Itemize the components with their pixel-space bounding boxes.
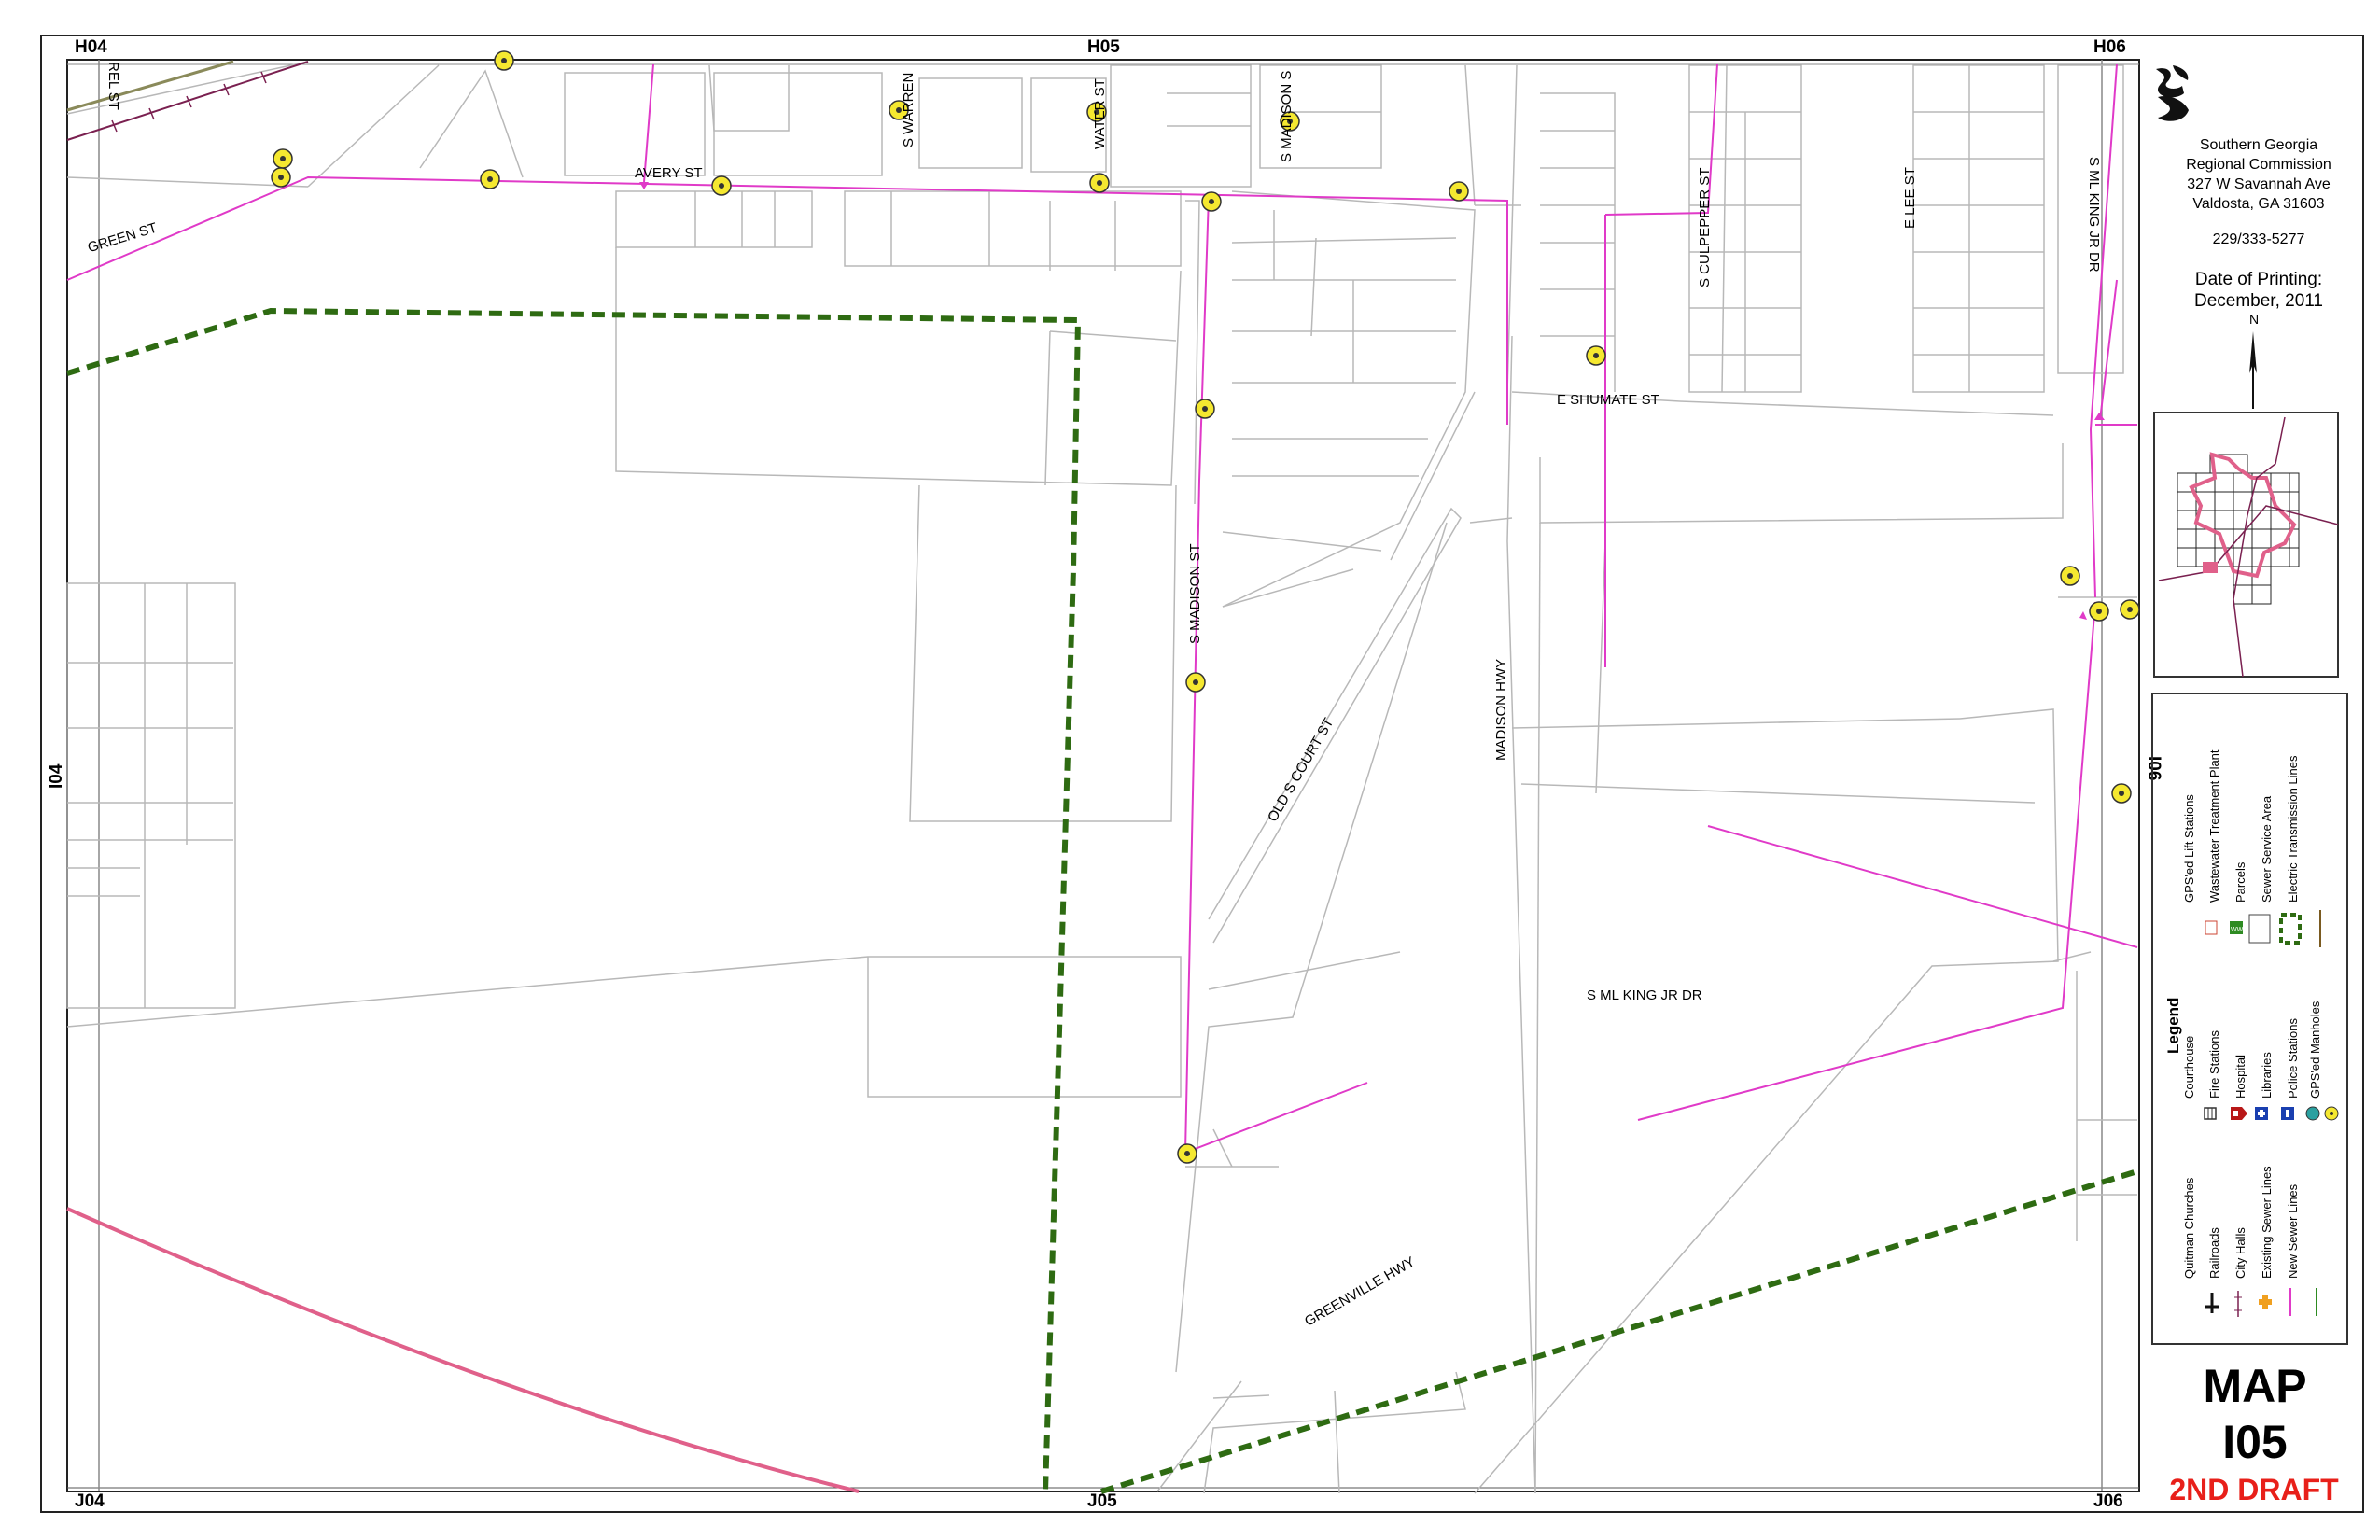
street-label-culpepper: S CULPEPPER ST bbox=[1697, 167, 1713, 287]
org-phone: 229/333-5277 bbox=[2212, 231, 2305, 247]
manhole-center bbox=[2119, 791, 2124, 796]
date-label: Date of Printing: bbox=[2194, 270, 2323, 289]
manhole-center bbox=[1209, 199, 1214, 204]
manhole-center bbox=[280, 156, 286, 161]
manhole-center bbox=[1097, 180, 1102, 186]
legend-item-label: Libraries bbox=[2260, 1052, 2274, 1099]
legend-item-label: Fire Stations bbox=[2207, 1030, 2221, 1099]
legend-item-label: Electric Transmission Lines bbox=[2286, 755, 2300, 903]
inset-map bbox=[2153, 412, 2339, 678]
railroad bbox=[66, 60, 309, 141]
legend-item-label: New Sewer Lines bbox=[2286, 1183, 2300, 1279]
legend-item-label: Parcels bbox=[2233, 861, 2247, 903]
manhole-center bbox=[1184, 1151, 1190, 1156]
map-frame bbox=[66, 59, 2140, 1492]
date-value: December, 2011 bbox=[2193, 291, 2323, 311]
legend-title: Legend bbox=[2164, 997, 2182, 1054]
legend-item-label: Quitman Churches bbox=[2182, 1177, 2196, 1279]
street-label-lee: E LEE ST bbox=[1902, 167, 1918, 229]
grid-label-h05: H05 bbox=[1087, 37, 1120, 57]
grid-label-h06: H06 bbox=[2093, 37, 2126, 57]
north-label: N bbox=[2248, 312, 2260, 327]
manhole-center bbox=[501, 58, 507, 63]
legend-item-label: City Halls bbox=[2233, 1227, 2247, 1279]
org-name: Southern Georgia bbox=[2199, 137, 2318, 153]
manhole-center bbox=[2127, 607, 2133, 612]
manhole-center bbox=[2067, 573, 2073, 579]
legend-panel: Legend Quitman Churches Railroads City Hal… bbox=[2151, 693, 2348, 1345]
street-label-madison: S MADISON ST bbox=[1187, 543, 1203, 644]
legend-item-label: GPS'ed Manholes bbox=[2308, 1001, 2322, 1099]
street-label-madison-hwy: MADISON HWY bbox=[1493, 658, 1509, 761]
street-label-rel: REL ST bbox=[105, 62, 121, 110]
north-arrow-icon bbox=[2249, 331, 2257, 409]
street-label-water: WATER ST bbox=[1092, 78, 1108, 149]
existing-sewer-lines bbox=[66, 63, 2138, 1154]
legend-item-label: Railroads bbox=[2207, 1227, 2221, 1279]
legend-item-label: Hospital bbox=[2233, 1055, 2247, 1099]
manholes bbox=[271, 50, 2140, 1164]
organization-info: Southern Georgia Regional Commission 327… bbox=[2165, 135, 2352, 214]
street-label-warren: S WARREN bbox=[901, 72, 917, 147]
legend-item-label: Sewer Service Area bbox=[2260, 795, 2274, 903]
manhole-center bbox=[1202, 406, 1208, 412]
legend-item-label: GPS'ed Lift Stations bbox=[2182, 794, 2196, 903]
grid-label-i04: I04 bbox=[47, 763, 66, 789]
manhole-center bbox=[278, 175, 284, 180]
manhole-center bbox=[1193, 679, 1198, 685]
manhole-center bbox=[1593, 353, 1599, 358]
map-label: MAP bbox=[2203, 1360, 2307, 1412]
map-canvas[interactable]: WW bbox=[0, 0, 2380, 1540]
street-label-madison-top: S MADISON S bbox=[1279, 70, 1295, 162]
legend-item-label: Police Stations bbox=[2286, 1018, 2300, 1099]
map-id: I05 bbox=[2222, 1416, 2288, 1468]
map-title: MAP I05 bbox=[2162, 1358, 2348, 1470]
street-label-mlking: S ML KING JR DR bbox=[1587, 987, 1702, 1003]
outer-frame bbox=[40, 35, 2364, 1513]
sewer-service-area bbox=[66, 307, 2138, 1494]
manhole-center bbox=[719, 183, 724, 189]
org-address-1: 327 W Savannah Ave bbox=[2187, 176, 2331, 192]
legend-item-label: Existing Sewer Lines bbox=[2260, 1166, 2274, 1279]
legend-item-label: Courthouse bbox=[2182, 1035, 2196, 1099]
sgrc-logo-icon bbox=[2156, 65, 2189, 121]
draft-label: 2ND DRAFT bbox=[2169, 1473, 2339, 1506]
legend-item-label: Wastewater Treatment Plant bbox=[2207, 749, 2221, 903]
grid-label-j05: J05 bbox=[1087, 1491, 1117, 1511]
date-of-printing: Date of Printing: December, 2011 bbox=[2165, 269, 2352, 312]
transmission-line bbox=[66, 1207, 860, 1493]
street-label-avery: AVERY ST bbox=[635, 165, 703, 181]
manhole-center bbox=[1456, 189, 1462, 194]
manhole-center bbox=[2096, 609, 2102, 614]
parcels bbox=[66, 61, 2137, 1494]
street-label-mlking-top: S ML KING JR DR bbox=[2086, 157, 2102, 273]
org-address-2: Valdosta, GA 31603 bbox=[2192, 196, 2325, 212]
org-name-2: Regional Commission bbox=[2186, 157, 2331, 173]
grid-label-j06: J06 bbox=[2093, 1491, 2123, 1511]
grid-label-j04: J04 bbox=[75, 1491, 105, 1511]
sewer-arrows bbox=[639, 182, 2105, 620]
street-label-shumate: E SHUMATE ST bbox=[1557, 392, 1659, 408]
grid-label-h04: H04 bbox=[75, 37, 107, 57]
manhole-center bbox=[487, 176, 493, 182]
